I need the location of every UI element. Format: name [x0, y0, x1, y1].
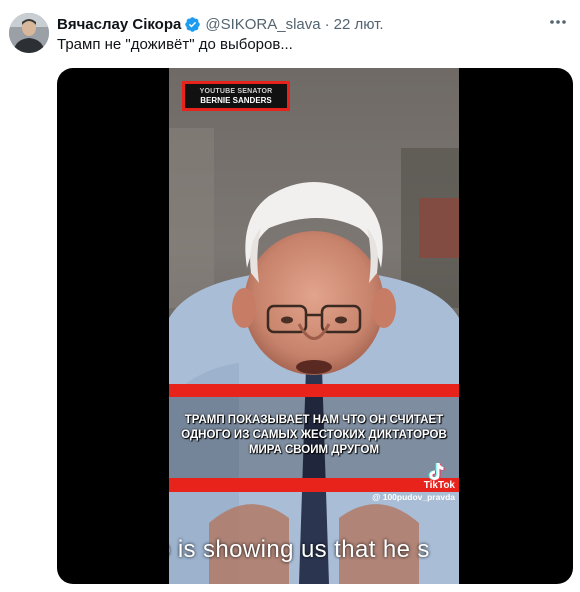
- name-overlay-label: YOUTUBE SENATOR BERNIE SANDERS: [182, 81, 290, 111]
- video-caption: ТРАМП ПОКАЗЫВАЕТ НАМ ЧТО ОН СЧИТАЕТ ОДНО…: [169, 413, 459, 458]
- tiktok-brand: TikTok: [423, 480, 455, 491]
- video-scene: [169, 68, 459, 584]
- tiktok-username: @ 100pudov_pravda: [372, 492, 455, 502]
- video-frame[interactable]: YOUTUBE SENATOR BERNIE SANDERS ТРАМП ПОК…: [169, 68, 459, 584]
- tweet: Вячаслау Сікора @SIKORA_slava · 22 лют. …: [0, 0, 580, 592]
- tweet-header: Вячаслау Сікора @SIKORA_slava · 22 лют.: [57, 14, 384, 34]
- author-name[interactable]: Вячаслау Сікора: [57, 16, 181, 33]
- author-handle[interactable]: @SIKORA_slava: [205, 16, 320, 33]
- video-player[interactable]: YOUTUBE SENATOR BERNIE SANDERS ТРАМП ПОК…: [57, 68, 573, 584]
- timestamp[interactable]: 22 лют.: [334, 16, 384, 33]
- caption-line-2: ОДНОГО ИЗ САМЫХ ЖЕСТОКИХ ДИКТАТОРОВ: [181, 429, 447, 441]
- caption-line-1: ТРАМП ПОКАЗЫВАЕТ НАМ ЧТО ОН СЧИТАЕТ: [184, 414, 444, 426]
- caption-line-3: МИРА СВОИМ ДРУГОМ: [248, 444, 380, 456]
- tiktok-logo-icon: [428, 463, 445, 481]
- video-subtitle: o is showing us that he s: [169, 536, 430, 563]
- caption-bar-top: [169, 384, 459, 397]
- tiktok-watermark: TikTok @ 100pudov_pravda: [372, 462, 455, 503]
- avatar[interactable]: [9, 13, 49, 53]
- verified-badge-icon: [184, 16, 201, 33]
- more-dots-icon[interactable]: [546, 12, 570, 32]
- separator-dot: ·: [324, 15, 330, 33]
- overlay-label-name: BERNIE SANDERS: [200, 95, 272, 105]
- overlay-label-top: YOUTUBE SENATOR: [199, 87, 273, 95]
- tweet-text: Трамп не "доживёт" до выборов...: [57, 36, 293, 53]
